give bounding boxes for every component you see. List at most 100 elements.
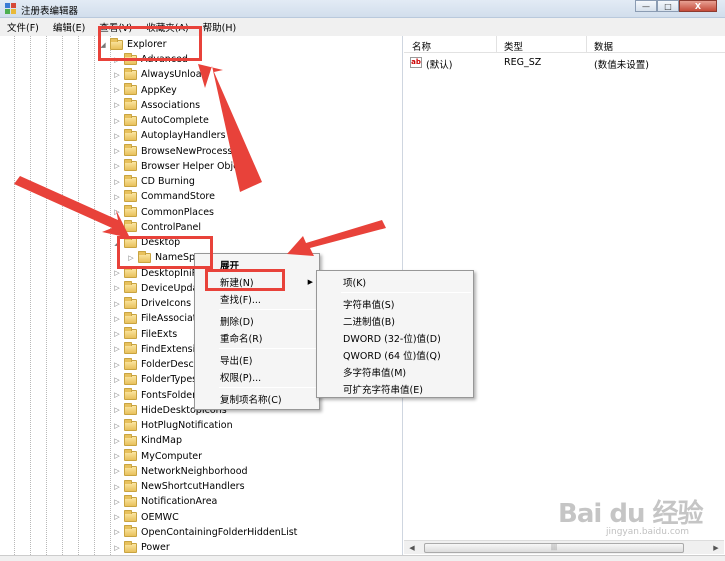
tree-item-label: CD Burning [141,176,195,187]
tree-item[interactable]: ▷ AutoplayHandlers [112,128,226,143]
scroll-left-icon[interactable]: ◀ [406,542,418,554]
expand-icon[interactable]: ▷ [112,208,122,216]
column-name[interactable]: 名称 [412,39,431,53]
expand-icon[interactable]: ▷ [112,193,122,201]
new-multistring-value[interactable]: 多字符串值(M) [317,363,473,380]
tree-item[interactable]: ▷ NetworkNeighborhood [112,464,248,479]
column-type[interactable]: 类型 [504,39,523,53]
tree-item-label: AutoComplete [141,115,209,126]
menu-help[interactable]: 帮助(H) [196,20,244,34]
expand-icon[interactable]: ▷ [112,513,122,521]
list-item[interactable]: ab (默认) REG_SZ (数值未设置) [404,55,725,71]
tree-item[interactable]: ▷ AutoComplete [112,113,209,128]
tree-item[interactable]: ▷ NewShortcutHandlers [112,479,245,494]
tree-item[interactable]: ▷ FileAssociati [112,311,199,326]
folder-icon [124,403,137,416]
scroll-thumb[interactable]: ||| [424,543,684,553]
expand-icon[interactable]: ▷ [112,376,122,384]
ctx-copy-key-name[interactable]: 复制项名称(C) [195,390,319,407]
tree-item[interactable]: ▷ CommonPlaces [112,205,214,220]
expand-icon[interactable]: ▷ [112,345,122,353]
tree-item[interactable]: ▷ MyComputer [112,449,202,464]
folder-icon [124,464,137,477]
new-qword-value[interactable]: QWORD (64 位)值(Q) [317,346,473,363]
column-data[interactable]: 数据 [594,39,613,53]
expand-icon[interactable]: ▷ [112,483,122,491]
expand-icon[interactable]: ▷ [112,391,122,399]
new-string-value[interactable]: 字符串值(S) [317,295,473,312]
menu-file[interactable]: 文件(F) [0,20,46,34]
expand-icon[interactable]: ▷ [112,422,122,430]
folder-icon [124,525,137,538]
folder-icon [124,418,137,431]
tree-item[interactable]: ▷ FolderTypes [112,372,197,387]
tree-item[interactable]: ▷ BrowseNewProcess [112,144,232,159]
tree-item[interactable]: ▷ KindMap [112,433,182,448]
tree-item[interactable]: ▷ Browser Helper Objects [112,159,253,174]
string-value-icon: ab [410,57,422,68]
expand-icon[interactable]: ▷ [112,132,122,140]
ctx-export[interactable]: 导出(E) [195,351,319,368]
minimize-button[interactable]: — [635,0,657,12]
tree-item[interactable]: ▷ FolderDescr [112,357,198,372]
expand-icon[interactable]: ▷ [112,71,122,79]
expand-icon[interactable]: ▷ [112,498,122,506]
expand-icon[interactable]: ▷ [112,178,122,186]
tree-item[interactable]: ▷ FontsFolder [112,388,196,403]
expand-icon[interactable]: ▷ [112,467,122,475]
expand-icon[interactable]: ▷ [112,86,122,94]
tree-item[interactable]: ▷ Power [112,540,170,555]
highlight-desktop [117,236,213,269]
expand-icon[interactable]: ▷ [112,101,122,109]
expand-icon[interactable]: ▷ [112,437,122,445]
highlight-new [205,269,285,291]
new-key[interactable]: 项(K) [317,273,473,290]
new-dword-value[interactable]: DWORD (32-位)值(D) [317,329,473,346]
horizontal-scrollbar[interactable]: ◀ ||| ▶ [404,540,724,554]
ctx-permissions[interactable]: 权限(P)... [195,368,319,385]
folder-icon [124,372,137,385]
close-button[interactable]: X [679,0,717,12]
expand-icon[interactable]: ▷ [112,452,122,460]
scroll-right-icon[interactable]: ▶ [710,542,722,554]
tree-item[interactable]: ▷ FileExts [112,327,177,342]
expand-icon[interactable]: ▷ [112,284,122,292]
expand-icon[interactable]: ▷ [112,544,122,552]
tree-item[interactable]: ▷ AppKey [112,83,177,98]
maximize-button[interactable]: □ [657,0,679,12]
tree-item[interactable]: ▷ CommandStore [112,189,215,204]
tree-item[interactable]: ▷ OEMWC [112,510,179,525]
ctx-find[interactable]: 查找(F)... [195,290,319,307]
expand-icon[interactable]: ▷ [112,162,122,170]
menu-edit[interactable]: 编辑(E) [46,20,92,34]
expand-icon[interactable]: ▷ [112,528,122,536]
baidu-watermark-logo: Bai du 经验 [558,499,703,529]
expand-icon[interactable]: ▷ [112,361,122,369]
new-binary-value[interactable]: 二进制值(B) [317,312,473,329]
tree-item[interactable]: ▷ DriveIcons [112,296,191,311]
expand-icon[interactable]: ▷ [112,223,122,231]
tree-item[interactable]: ▷ OpenContainingFolderHiddenList [112,525,297,540]
tree-item[interactable]: ▷ HotPlugNotification [112,418,233,433]
expand-icon[interactable]: ▷ [112,406,122,414]
tree-item[interactable]: ▷ FindExtensio [112,342,201,357]
tree-item[interactable]: ▷ DeviceUpda [112,281,198,296]
folder-icon [124,98,137,111]
expand-icon[interactable]: ▷ [112,147,122,155]
expand-icon[interactable]: ▷ [112,315,122,323]
ctx-delete[interactable]: 删除(D) [195,312,319,329]
expand-icon[interactable]: ▷ [112,300,122,308]
tree-item[interactable]: ▷ CD Burning [112,174,195,189]
new-expandable-string-value[interactable]: 可扩充字符串值(E) [317,380,473,397]
expand-icon[interactable]: ▷ [112,269,122,277]
ctx-rename[interactable]: 重命名(R) [195,329,319,346]
tree-item[interactable]: ▷ NotificationArea [112,494,217,509]
tree-item[interactable]: ▷ ControlPanel [112,220,201,235]
status-bar [0,555,725,561]
expand-icon[interactable]: ▷ [112,117,122,125]
title-bar: 注册表编辑器 — □ X [0,0,725,18]
tree-item[interactable]: ▷ AlwaysUnload [112,67,208,82]
tree-item-label: FolderDescr [141,359,198,370]
expand-icon[interactable]: ▷ [112,330,122,338]
tree-item[interactable]: ▷ Associations [112,98,200,113]
